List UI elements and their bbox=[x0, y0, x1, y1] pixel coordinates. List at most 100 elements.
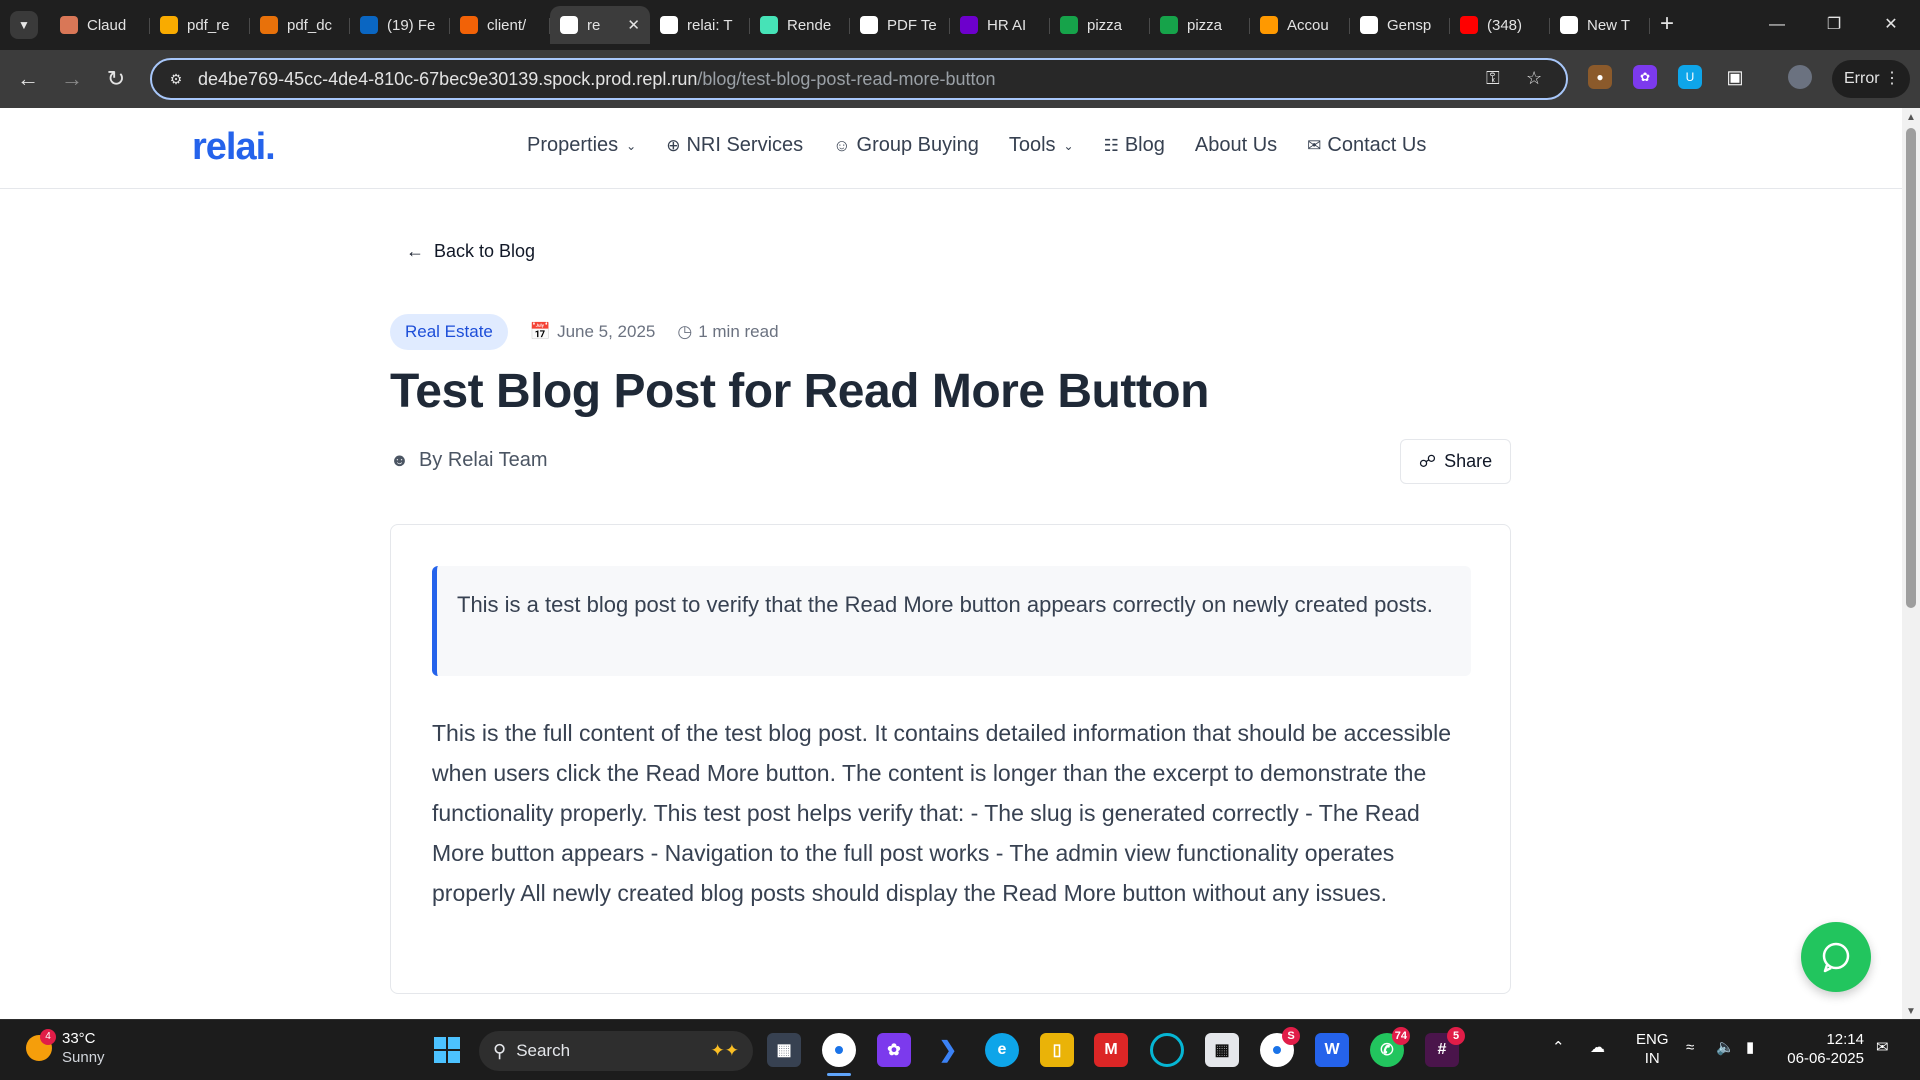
profile-error-chip[interactable]: Error ⋮ bbox=[1832, 60, 1910, 98]
calendar-icon: 📅 bbox=[529, 322, 552, 341]
browser-tab[interactable]: Accou bbox=[1250, 6, 1350, 44]
profile-avatar[interactable] bbox=[1788, 65, 1812, 89]
site-logo[interactable]: relai. bbox=[192, 126, 276, 169]
address-bar[interactable]: ⚙ de4be769-45cc-4de4-810c-67bec9e30139.s… bbox=[150, 58, 1568, 100]
back-arrow-icon[interactable]: ← bbox=[12, 63, 44, 95]
password-key-icon[interactable]: ⚿ bbox=[1486, 68, 1500, 89]
browser-tab[interactable]: re ✕ bbox=[550, 6, 650, 44]
browser-tab-title: pdf_dc bbox=[287, 16, 333, 34]
nav-item-about-us[interactable]: About Us bbox=[1195, 134, 1277, 157]
category-badge[interactable]: Real Estate bbox=[390, 314, 508, 350]
browser-tab[interactable]: Rende bbox=[750, 6, 850, 44]
globe-icon: ⊕ bbox=[666, 135, 681, 155]
browser-tab-title: HR AI bbox=[987, 16, 1027, 34]
browser-tab-title: Rende bbox=[787, 16, 832, 34]
language-code: ENG bbox=[1636, 1031, 1669, 1048]
close-tab-icon[interactable]: ✕ bbox=[627, 16, 640, 34]
alexa-icon[interactable] bbox=[1150, 1033, 1184, 1067]
vscode-icon[interactable]: ❯ bbox=[931, 1033, 965, 1067]
sun-icon: 4 bbox=[26, 1029, 56, 1061]
copilot-icon[interactable]: ✿ bbox=[877, 1033, 911, 1067]
share-button[interactable]: ☍ Share bbox=[1400, 439, 1511, 484]
browser-tab[interactable]: Gensp bbox=[1350, 6, 1450, 44]
back-to-blog-link[interactable]: ← Back to Blog bbox=[406, 241, 535, 262]
forward-arrow-icon[interactable]: → bbox=[56, 63, 88, 95]
more-menu-icon[interactable]: ⋮ bbox=[1884, 60, 1900, 98]
store-icon[interactable]: ▦ bbox=[1205, 1033, 1239, 1067]
slack-icon[interactable]: # 5 bbox=[1425, 1027, 1465, 1067]
weather-widget[interactable]: 4 33°C Sunny bbox=[26, 1029, 105, 1067]
browser-tab-title: Claud bbox=[87, 16, 127, 34]
task-view-icon[interactable]: ▦ bbox=[767, 1033, 801, 1067]
reload-icon[interactable]: ↻ bbox=[100, 63, 132, 95]
mcafee-icon[interactable]: M bbox=[1094, 1033, 1128, 1067]
browser-tab[interactable]: HR AI bbox=[950, 6, 1050, 44]
make-icon bbox=[960, 16, 978, 34]
chrome-profile-badge: S bbox=[1282, 1027, 1300, 1045]
nav-item-label: Group Buying bbox=[856, 134, 979, 156]
bookmark-star-icon[interactable]: ☆ bbox=[1526, 68, 1542, 89]
edge-icon[interactable]: e bbox=[985, 1033, 1019, 1067]
claude-icon bbox=[60, 16, 78, 34]
restore-icon[interactable]: ❐ bbox=[1814, 8, 1854, 42]
scroll-up-arrow-icon[interactable]: ▲ bbox=[1906, 112, 1916, 123]
u-extension-icon[interactable]: U bbox=[1678, 65, 1702, 89]
tab-search-button[interactable]: ▼ bbox=[10, 11, 38, 39]
chrome-icon[interactable] bbox=[822, 1033, 856, 1076]
browser-tab[interactable]: (348) bbox=[1450, 6, 1550, 44]
nav-item-tools[interactable]: Tools ⌄ bbox=[1009, 134, 1074, 157]
browser-tab[interactable]: pizza bbox=[1150, 6, 1250, 44]
whatsapp-icon[interactable]: ✆ 74 bbox=[1370, 1027, 1410, 1067]
clock[interactable]: 12:14 06-06-2025 bbox=[1786, 1030, 1864, 1068]
nav-item-blog[interactable]: ☷ Blog bbox=[1104, 134, 1165, 157]
browser-tab[interactable]: PDF Te bbox=[850, 6, 950, 44]
extensions-puzzle-icon[interactable]: ▣ bbox=[1723, 65, 1747, 89]
chrome-profile-icon[interactable]: S bbox=[1260, 1027, 1300, 1067]
wifi-icon[interactable]: ≈ bbox=[1686, 1038, 1694, 1057]
globe-icon bbox=[1560, 16, 1578, 34]
new-tab-button[interactable]: + bbox=[1652, 10, 1682, 40]
browser-tab-title: PDF Te bbox=[887, 16, 937, 34]
onedrive-icon[interactable]: ☁ bbox=[1590, 1038, 1605, 1057]
close-window-icon[interactable]: ✕ bbox=[1871, 8, 1911, 42]
browser-tab[interactable]: pdf_dc bbox=[250, 6, 350, 44]
relai-icon bbox=[560, 16, 578, 34]
nav-item-label: Blog bbox=[1124, 134, 1165, 156]
browser-tab[interactable]: (19) Fe bbox=[350, 6, 450, 44]
chevron-up-icon[interactable]: ⌃ bbox=[1552, 1038, 1565, 1057]
scroll-down-arrow-icon[interactable]: ▼ bbox=[1906, 1006, 1916, 1017]
battery-icon[interactable]: ▮ bbox=[1746, 1038, 1754, 1057]
pi-icon bbox=[1060, 16, 1078, 34]
copilot-sparkle-icon: ✦✦ bbox=[710, 1041, 740, 1060]
cookie-extension-icon[interactable]: ● bbox=[1588, 65, 1612, 89]
browser-tab[interactable]: pizza bbox=[1050, 6, 1150, 44]
word-icon[interactable]: W bbox=[1315, 1033, 1349, 1067]
volume-icon[interactable]: 🔈 bbox=[1716, 1038, 1735, 1057]
page-scrollbar[interactable]: ▲ ▼ bbox=[1902, 108, 1920, 1019]
browser-tab[interactable]: New T bbox=[1550, 6, 1650, 44]
site-info-icon[interactable]: ⚙ bbox=[162, 71, 190, 88]
language-indicator[interactable]: ENG IN bbox=[1636, 1030, 1669, 1068]
whatsapp-badge: 74 bbox=[1391, 1027, 1410, 1045]
nav-item-group-buying[interactable]: ☺ Group Buying bbox=[833, 134, 979, 157]
linkedin-icon bbox=[360, 16, 378, 34]
browser-tab[interactable]: relai: T bbox=[650, 6, 750, 44]
browser-tab[interactable]: Claud bbox=[50, 6, 150, 44]
minimize-icon[interactable]: — bbox=[1757, 8, 1797, 42]
scrollbar-thumb[interactable] bbox=[1906, 128, 1916, 608]
notification-bell-icon[interactable]: ✉ bbox=[1876, 1038, 1889, 1057]
nav-item-contact-us[interactable]: ✉ Contact Us bbox=[1307, 134, 1426, 157]
search-icon: ⚲ bbox=[493, 1040, 507, 1061]
browser-tab[interactable]: client/ bbox=[450, 6, 550, 44]
windows-start-icon[interactable] bbox=[430, 1033, 464, 1067]
brain-extension-icon[interactable]: ✿ bbox=[1633, 65, 1657, 89]
post-content: This is the full content of the test blo… bbox=[432, 720, 1451, 906]
nav-item-properties[interactable]: Properties ⌄ bbox=[527, 134, 636, 157]
taskbar-search[interactable]: ⚲ Search ✦✦ bbox=[479, 1031, 753, 1071]
file-explorer-icon[interactable]: ▯ bbox=[1040, 1033, 1074, 1067]
nav-item-nri-services[interactable]: ⊕ NRI Services bbox=[666, 134, 803, 157]
url-text[interactable]: de4be769-45cc-4de4-810c-67bec9e30139.spo… bbox=[198, 69, 996, 90]
url-host: de4be769-45cc-4de4-810c-67bec9e30139.spo… bbox=[198, 68, 698, 89]
whatsapp-chat-button[interactable] bbox=[1801, 922, 1871, 992]
browser-tab[interactable]: pdf_re bbox=[150, 6, 250, 44]
